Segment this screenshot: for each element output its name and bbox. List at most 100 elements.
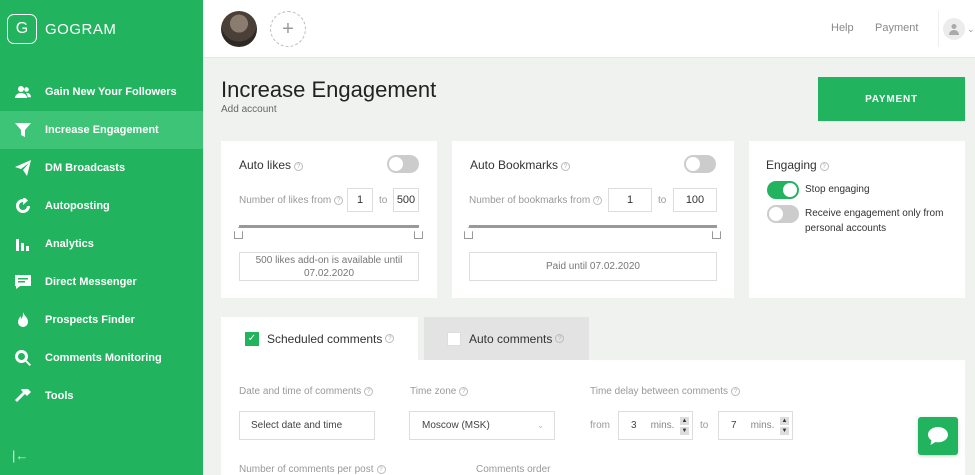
payment-link[interactable]: Payment bbox=[875, 22, 918, 34]
add-account-button[interactable]: + bbox=[270, 11, 306, 47]
likes-to-input[interactable]: 500 bbox=[393, 188, 419, 212]
likes-range-label: Number of likes from? bbox=[239, 195, 344, 206]
sidebar-item-label: Analytics bbox=[45, 238, 94, 250]
help-link[interactable]: Help bbox=[831, 22, 854, 34]
bookmarks-from-input[interactable]: 1 bbox=[608, 188, 652, 212]
per-post-label: Number of comments per post? bbox=[239, 464, 386, 475]
personal-accounts-toggle[interactable] bbox=[767, 205, 799, 223]
sidebar-item-label: Increase Engagement bbox=[45, 124, 159, 136]
chat-icon bbox=[928, 427, 948, 445]
bookmarks-slider-min-handle[interactable] bbox=[464, 227, 473, 239]
delay-to-value: 7 bbox=[731, 420, 737, 431]
bookmarks-slider-max-handle[interactable] bbox=[712, 227, 721, 239]
sidebar-item-label: Gain New Your Followers bbox=[45, 86, 177, 98]
user-menu-button[interactable]: ⌄ bbox=[938, 11, 975, 47]
delay-label: Time delay between comments? bbox=[590, 386, 741, 397]
engaging-card: Engaging? Stop engaging Receive engageme… bbox=[749, 141, 965, 298]
sidebar-item-tools[interactable]: Tools bbox=[0, 377, 203, 415]
stepper-up-icon[interactable]: ▲ bbox=[680, 417, 689, 425]
sidebar-item-label: DM Broadcasts bbox=[45, 162, 126, 174]
bookmarks-paid-notice: Paid until 07.02.2020 bbox=[469, 252, 717, 281]
stepper-up-icon[interactable]: ▲ bbox=[780, 417, 789, 425]
bookmarks-to-input[interactable]: 100 bbox=[673, 188, 717, 212]
search-icon bbox=[14, 349, 32, 367]
bookmarks-range-slider[interactable] bbox=[469, 225, 717, 228]
stepper-down-icon[interactable]: ▼ bbox=[680, 427, 689, 435]
sidebar-item-increase-engagement[interactable]: Increase Engagement bbox=[0, 111, 203, 149]
page-title: Increase Engagement bbox=[221, 77, 437, 102]
help-icon[interactable]: ? bbox=[376, 465, 386, 474]
auto-bookmarks-toggle[interactable] bbox=[684, 155, 716, 173]
logo[interactable]: G GOGRAM bbox=[7, 14, 116, 44]
check-icon[interactable]: ✓ bbox=[245, 331, 259, 346]
likes-slider-max-handle[interactable] bbox=[414, 227, 423, 239]
sidebar-item-analytics[interactable]: Analytics bbox=[0, 225, 203, 263]
auto-bookmarks-title-text: Auto Bookmarks bbox=[470, 158, 559, 172]
timezone-value: Moscow (MSK) bbox=[422, 420, 490, 431]
collapse-sidebar-icon[interactable]: |← bbox=[12, 448, 28, 463]
sidebar-item-label: Autoposting bbox=[45, 200, 110, 212]
bookmarks-range-label: Number of bookmarks from? bbox=[469, 195, 603, 206]
help-icon[interactable]: ? bbox=[561, 162, 571, 171]
sidebar-item-prospects-finder[interactable]: Prospects Finder bbox=[0, 301, 203, 339]
datetime-label-text: Date and time of comments bbox=[239, 386, 362, 397]
help-icon[interactable]: ? bbox=[555, 334, 565, 343]
timezone-select[interactable]: Moscow (MSK) ⌄ bbox=[409, 411, 555, 440]
chat-button[interactable] bbox=[918, 417, 958, 455]
help-icon[interactable]: ? bbox=[364, 387, 374, 396]
refresh-icon bbox=[14, 197, 32, 215]
likes-slider-min-handle[interactable] bbox=[234, 227, 243, 239]
help-icon[interactable]: ? bbox=[459, 387, 469, 396]
topbar: + Help Payment ⌄ bbox=[203, 0, 975, 58]
checkbox-icon[interactable] bbox=[447, 331, 461, 346]
user-icon bbox=[943, 18, 965, 40]
stop-engaging-label: Stop engaging bbox=[805, 184, 870, 195]
help-icon[interactable]: ? bbox=[294, 162, 304, 171]
help-icon[interactable]: ? bbox=[334, 196, 344, 205]
datetime-input[interactable]: Select date and time bbox=[239, 411, 375, 440]
message-icon bbox=[14, 273, 32, 291]
help-icon[interactable]: ? bbox=[593, 196, 603, 205]
auto-likes-title-text: Auto likes bbox=[239, 158, 292, 172]
personal-accounts-label: Receive engagement only from personal ac… bbox=[805, 208, 944, 234]
account-avatar[interactable] bbox=[221, 11, 257, 47]
tab-scheduled-comments[interactable]: ✓ Scheduled comments? bbox=[221, 317, 418, 360]
per-post-label-text: Number of comments per post bbox=[239, 464, 374, 475]
paper-plane-icon bbox=[14, 159, 32, 177]
likes-from-input[interactable]: 1 bbox=[347, 188, 373, 212]
timezone-label: Time zone? bbox=[410, 386, 469, 397]
tab-auto-comments[interactable]: Auto comments? bbox=[424, 317, 589, 360]
delay-to-label: to bbox=[700, 420, 709, 431]
likes-to-label: to bbox=[379, 195, 388, 206]
bookmarks-range-label-text: Number of bookmarks from bbox=[469, 195, 591, 206]
funnel-icon bbox=[14, 121, 32, 139]
page-subtitle[interactable]: Add account bbox=[221, 104, 277, 115]
sidebar-nav: Gain New Your Followers Increase Engagem… bbox=[0, 73, 203, 415]
likes-range-slider[interactable] bbox=[239, 225, 419, 228]
help-icon[interactable]: ? bbox=[385, 334, 395, 343]
delay-from-value: 3 bbox=[631, 420, 637, 431]
tab-label: Auto comments bbox=[469, 331, 553, 346]
likes-addon-notice: 500 likes add-on is available until 07.0… bbox=[239, 252, 419, 281]
auto-bookmarks-card: Auto Bookmarks? Number of bookmarks from… bbox=[452, 141, 734, 298]
stop-engaging-toggle[interactable] bbox=[767, 181, 799, 199]
sidebar-item-comments-monitoring[interactable]: Comments Monitoring bbox=[0, 339, 203, 377]
sidebar-item-label: Tools bbox=[45, 390, 74, 402]
help-icon[interactable]: ? bbox=[731, 387, 741, 396]
auto-bookmarks-title: Auto Bookmarks? bbox=[470, 158, 571, 172]
payment-button[interactable]: PAYMENT bbox=[818, 77, 965, 121]
stepper-down-icon[interactable]: ▼ bbox=[780, 427, 789, 435]
sidebar-item-label: Direct Messenger bbox=[45, 276, 137, 288]
sidebar: G GOGRAM Gain New Your Followers Increas… bbox=[0, 0, 203, 475]
auto-likes-title: Auto likes? bbox=[239, 158, 304, 172]
sidebar-item-dm-broadcasts[interactable]: DM Broadcasts bbox=[0, 149, 203, 187]
sidebar-item-direct-messenger[interactable]: Direct Messenger bbox=[0, 263, 203, 301]
help-icon[interactable]: ? bbox=[819, 162, 829, 171]
sidebar-item-label: Prospects Finder bbox=[45, 314, 135, 326]
sidebar-item-gain-followers[interactable]: Gain New Your Followers bbox=[0, 73, 203, 111]
delay-to-stepper[interactable]: ▲ ▼ bbox=[778, 414, 791, 438]
auto-likes-toggle[interactable] bbox=[387, 155, 419, 173]
delay-from-stepper[interactable]: ▲ ▼ bbox=[678, 414, 691, 438]
delay-to-unit: mins. bbox=[750, 420, 775, 431]
sidebar-item-autoposting[interactable]: Autoposting bbox=[0, 187, 203, 225]
